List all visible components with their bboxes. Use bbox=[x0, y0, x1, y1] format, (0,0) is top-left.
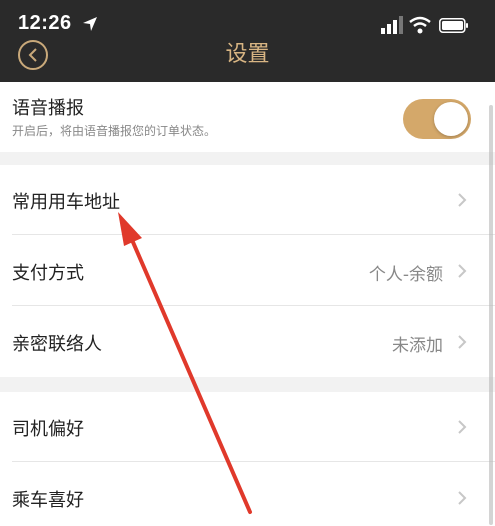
row-value: 未添加 bbox=[392, 336, 443, 356]
common-address-row[interactable]: 常用用车地址 bbox=[0, 165, 495, 235]
chevron-right-icon bbox=[458, 420, 467, 434]
status-icons bbox=[381, 16, 481, 34]
status-time: 12:26 bbox=[18, 12, 72, 34]
signal-icon bbox=[381, 16, 403, 34]
row-label: 支付方式 bbox=[12, 263, 84, 284]
row-divider bbox=[12, 234, 495, 235]
battery-icon bbox=[439, 18, 468, 33]
voice-broadcast-description: 开启后，将由语音播报您的订单状态。 bbox=[12, 124, 217, 138]
voice-broadcast-title: 语音播报 bbox=[12, 98, 84, 119]
location-arrow-icon bbox=[83, 17, 97, 31]
voice-broadcast-section: 语音播报 开启后，将由语音播报您的订单状态。 bbox=[0, 82, 495, 152]
row-label: 亲密联络人 bbox=[12, 334, 102, 355]
row-value: 个人-余额 bbox=[368, 265, 443, 285]
row-label: 乘车喜好 bbox=[12, 490, 84, 511]
chevron-right-icon bbox=[458, 264, 467, 278]
chevron-right-icon bbox=[458, 193, 467, 207]
scroll-indicator bbox=[489, 105, 493, 525]
ride-preference-row[interactable]: 乘车喜好 bbox=[0, 463, 495, 526]
settings-group-1: 常用用车地址 支付方式 个人-余额 亲密联络人 未添加 bbox=[0, 165, 495, 377]
settings-group-2: 司机偏好 乘车喜好 bbox=[0, 392, 495, 526]
voice-broadcast-toggle[interactable] bbox=[403, 99, 471, 139]
chevron-right-icon bbox=[458, 335, 467, 349]
row-label: 司机偏好 bbox=[12, 419, 84, 440]
chevron-right-icon bbox=[458, 491, 467, 505]
toggle-knob bbox=[434, 102, 468, 136]
driver-preference-row[interactable]: 司机偏好 bbox=[0, 392, 495, 462]
payment-method-row[interactable]: 支付方式 个人-余额 bbox=[0, 236, 495, 306]
row-divider bbox=[12, 461, 495, 462]
header-bar: 12:26 设置 bbox=[0, 0, 495, 82]
wifi-icon bbox=[409, 16, 431, 34]
page-title: 设置 bbox=[225, 42, 270, 67]
row-divider bbox=[12, 305, 495, 306]
settings-screen: 12:26 设置 语音播报 开启后，将由语音播报您的订单状态。 常用用车地址 支… bbox=[0, 0, 495, 526]
row-label: 常用用车地址 bbox=[12, 192, 120, 213]
emergency-contact-row[interactable]: 亲密联络人 未添加 bbox=[0, 307, 495, 377]
